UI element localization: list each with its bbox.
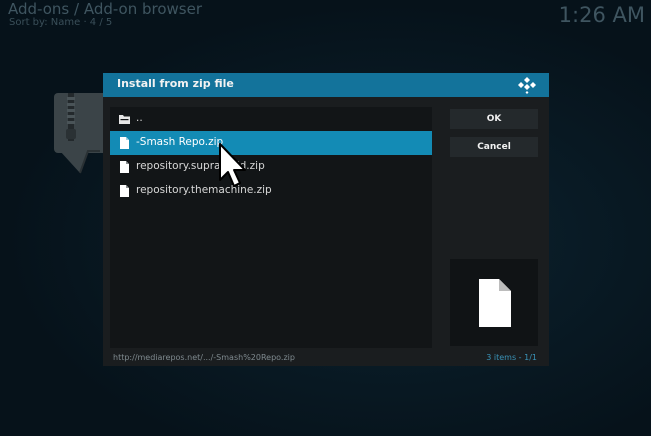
kodi-logo-icon: [518, 77, 536, 94]
file-icon: [120, 137, 129, 149]
list-item-label: repository.themachine.zip: [136, 184, 272, 196]
file-icon: [120, 161, 129, 173]
list-item-label: -Smash Repo.zip: [136, 136, 224, 148]
file-icon: [479, 279, 511, 327]
sort-info: Sort by: Name · 4 / 5: [9, 17, 113, 28]
file-list[interactable]: .. -Smash Repo.zip repository.suprabuild…: [110, 107, 432, 348]
dialog-title: Install from zip file: [117, 77, 234, 90]
list-item-parent-folder[interactable]: ..: [110, 107, 432, 131]
dialog-header: Install from zip file: [103, 73, 549, 97]
item-count: 3 items - 1/1: [486, 353, 537, 362]
install-from-zip-dialog: Install from zip file .. -Smash Repo.zip: [103, 73, 549, 366]
file-icon: [120, 185, 129, 197]
list-item-label: ..: [136, 112, 143, 124]
cancel-button[interactable]: Cancel: [450, 137, 538, 157]
file-preview: [450, 259, 538, 346]
clock: 1:26 AM: [558, 3, 645, 27]
folder-up-icon: [119, 115, 130, 124]
list-item-themachine[interactable]: repository.themachine.zip: [110, 179, 432, 203]
list-item-smash-repo[interactable]: -Smash Repo.zip: [110, 131, 432, 155]
current-path: http://mediarepos.net/.../-Smash%20Repo.…: [113, 353, 295, 362]
ok-button[interactable]: OK: [450, 109, 538, 129]
mouse-cursor-icon: [219, 143, 246, 187]
page-title: Add-ons / Add-on browser: [8, 0, 203, 18]
list-item-suprabuild[interactable]: repository.suprabuild.zip: [110, 155, 432, 179]
